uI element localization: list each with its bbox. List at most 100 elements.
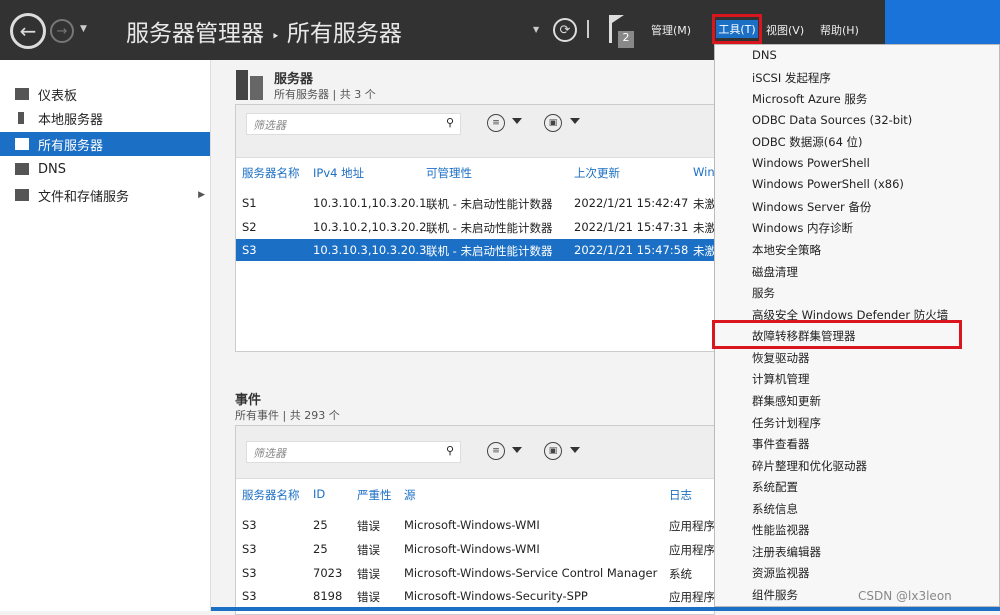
divider <box>587 20 589 38</box>
desktop-background <box>885 0 1000 44</box>
menu-item[interactable]: 碎片整理和优化驱动器 <box>752 458 867 474</box>
table-row[interactable]: S1 10.3.10.1,10.3.20.1 联机 - 未启动性能计数器 2022/1… <box>236 192 716 214</box>
table-row[interactable]: S3 8198 错误 Microsoft-Windows-Security-SPP 应用… <box>236 585 715 607</box>
cell: Microsoft-Windows-Security-SPP <box>404 589 588 603</box>
column-header-log[interactable]: 日志 <box>669 487 692 503</box>
caret-down-icon[interactable] <box>570 118 580 124</box>
cell: Microsoft-Windows-WMI <box>404 518 540 532</box>
column-header-windows[interactable]: Win <box>693 165 715 179</box>
list-icon: ≡ <box>492 118 500 128</box>
menu-item[interactable]: 注册表编辑器 <box>752 544 821 560</box>
servers-icon <box>15 138 29 150</box>
cell: 应用程序 <box>669 543 715 557</box>
filter-placeholder: 筛选器 <box>253 447 286 460</box>
notification-count-badge: 2 <box>618 31 634 48</box>
menu-item[interactable]: DNS <box>752 48 777 62</box>
list-options-button[interactable]: ≡ <box>487 442 505 460</box>
caret-down-icon[interactable] <box>570 447 580 453</box>
refresh-button[interactable]: ⟳ <box>553 18 577 42</box>
menu-item[interactable]: 本地安全策略 <box>752 242 821 258</box>
menu-help[interactable]: 帮助(H) <box>820 22 859 38</box>
menu-item[interactable]: Windows Server 备份 <box>752 199 871 215</box>
cell: 25 <box>313 518 328 532</box>
menu-item[interactable]: 资源监视器 <box>752 565 810 581</box>
sidebar-item-all-servers[interactable]: 所有服务器 <box>0 132 210 156</box>
column-header-server-name[interactable]: 服务器名称 <box>242 487 300 503</box>
column-header-severity[interactable]: 严重性 <box>357 487 392 503</box>
dropdown-icon[interactable]: ▼ <box>533 25 539 34</box>
events-toolbar: 筛选器 ⚲ ≡ ▣ <box>236 426 714 479</box>
menu-view[interactable]: 视图(V) <box>766 22 804 38</box>
cell: 25 <box>313 542 328 556</box>
table-row[interactable]: S3 25 错误 Microsoft-Windows-WMI 应用程序 <box>236 514 715 536</box>
cell: Microsoft-Windows-Service Control Manage… <box>404 566 658 580</box>
menu-item[interactable]: 计算机管理 <box>752 371 810 387</box>
save-icon: ▣ <box>548 118 558 128</box>
events-filter-input[interactable]: 筛选器 ⚲ <box>246 441 461 463</box>
sidebar-item-file-storage[interactable]: 文件和存储服务 ▶ <box>0 183 210 207</box>
column-header-id[interactable]: ID <box>313 487 325 501</box>
table-row-selected[interactable]: S3 10.3.10.3,10.3.20.3 联机 - 未启动性能计数器 2022/1… <box>236 239 716 261</box>
sidebar-item-dns[interactable]: DNS <box>0 157 210 181</box>
cell: S2 <box>242 220 257 234</box>
cell: 10.3.10.3,10.3.20.3 <box>313 243 427 257</box>
caret-down-icon[interactable] <box>512 447 522 453</box>
chevron-right-icon: ▶ <box>198 190 205 200</box>
menu-item[interactable]: Microsoft Azure 服务 <box>752 91 867 107</box>
menu-item[interactable]: 系统信息 <box>752 501 798 517</box>
search-icon[interactable]: ⚲ <box>446 444 454 457</box>
menu-item[interactable]: 性能监视器 <box>752 522 810 538</box>
table-row[interactable]: S3 7023 错误 Microsoft-Windows-Service Contro… <box>236 562 714 584</box>
cell: 应用程序 <box>669 590 715 604</box>
table-row[interactable]: S3 25 错误 Microsoft-Windows-WMI 应用程序 <box>236 538 715 560</box>
menu-item[interactable]: Windows 内存诊断 <box>752 220 853 236</box>
column-header-manageability[interactable]: 可管理性 <box>426 165 472 181</box>
cell: 未激 <box>693 221 716 235</box>
menu-item[interactable]: Windows PowerShell (x86) <box>752 177 904 191</box>
servers-toolbar: 筛选器 ⚲ ≡ ▣ <box>236 105 714 158</box>
servers-panel: 筛选器 ⚲ ≡ ▣ 服务器名称 IPv4 地址 可管理性 上次更新 Win S1 1… <box>235 104 716 352</box>
column-header-ipv4[interactable]: IPv4 地址 <box>313 165 364 181</box>
breadcrumb-root[interactable]: 服务器管理器 <box>126 21 264 47</box>
caret-down-icon[interactable] <box>512 118 522 124</box>
sidebar: 仪表板 本地服务器 所有服务器 DNS 文件和存储服务 ▶ <box>0 60 211 611</box>
cell: 联机 - 未启动性能计数器 <box>426 244 553 258</box>
menu-item[interactable]: ODBC 数据源(64 位) <box>752 134 863 150</box>
list-options-button[interactable]: ≡ <box>487 114 505 132</box>
history-dropdown-icon[interactable]: ▼ <box>80 24 87 34</box>
save-query-button[interactable]: ▣ <box>544 442 562 460</box>
sidebar-item-label: 所有服务器 <box>38 138 104 154</box>
menu-item[interactable]: iSCSI 发起程序 <box>752 70 831 86</box>
search-icon[interactable]: ⚲ <box>446 116 454 129</box>
menu-item[interactable]: ODBC Data Sources (32-bit) <box>752 113 912 127</box>
column-header-server-name[interactable]: 服务器名称 <box>242 165 300 181</box>
menu-item[interactable]: 任务计划程序 <box>752 415 821 431</box>
sidebar-item-label: 本地服务器 <box>38 112 104 128</box>
column-header-last-update[interactable]: 上次更新 <box>574 165 620 181</box>
back-button[interactable]: ← <box>10 13 46 49</box>
menu-item[interactable]: 事件查看器 <box>752 436 810 452</box>
menu-tools[interactable]: 工具(T) <box>712 14 762 44</box>
notifications-flag-button[interactable]: 2 <box>609 15 635 49</box>
menu-item[interactable]: 服务 <box>752 285 775 301</box>
cell: 系统 <box>669 567 692 581</box>
sidebar-item-local-server[interactable]: 本地服务器 <box>0 106 210 130</box>
menu-item[interactable]: 磁盘清理 <box>752 264 798 280</box>
breadcrumb-separator: ‣ <box>271 29 280 45</box>
events-panel: 筛选器 ⚲ ≡ ▣ 服务器名称 ID 严重性 源 日志 S3 25 错误 Microso… <box>235 425 715 615</box>
forward-button[interactable]: → <box>50 19 74 43</box>
table-row[interactable]: S2 10.3.10.2,10.3.20.2 联机 - 未启动性能计数器 2022/1… <box>236 216 716 238</box>
servers-section-title: 服务器 <box>274 72 314 87</box>
sidebar-item-dashboard[interactable]: 仪表板 <box>0 82 210 106</box>
menu-item[interactable]: Windows PowerShell <box>752 156 870 170</box>
servers-filter-input[interactable]: 筛选器 ⚲ <box>246 113 461 135</box>
menu-manage[interactable]: 管理(M) <box>651 22 691 38</box>
menu-item[interactable]: 恢复驱动器 <box>752 350 810 366</box>
menu-item[interactable]: 系统配置 <box>752 479 798 495</box>
menu-item[interactable]: 组件服务 <box>752 587 798 603</box>
servers-tile-icon <box>236 70 264 100</box>
column-header-source[interactable]: 源 <box>404 487 416 503</box>
save-query-button[interactable]: ▣ <box>544 114 562 132</box>
menu-item[interactable]: 群集感知更新 <box>752 393 821 409</box>
dns-icon <box>15 163 29 175</box>
